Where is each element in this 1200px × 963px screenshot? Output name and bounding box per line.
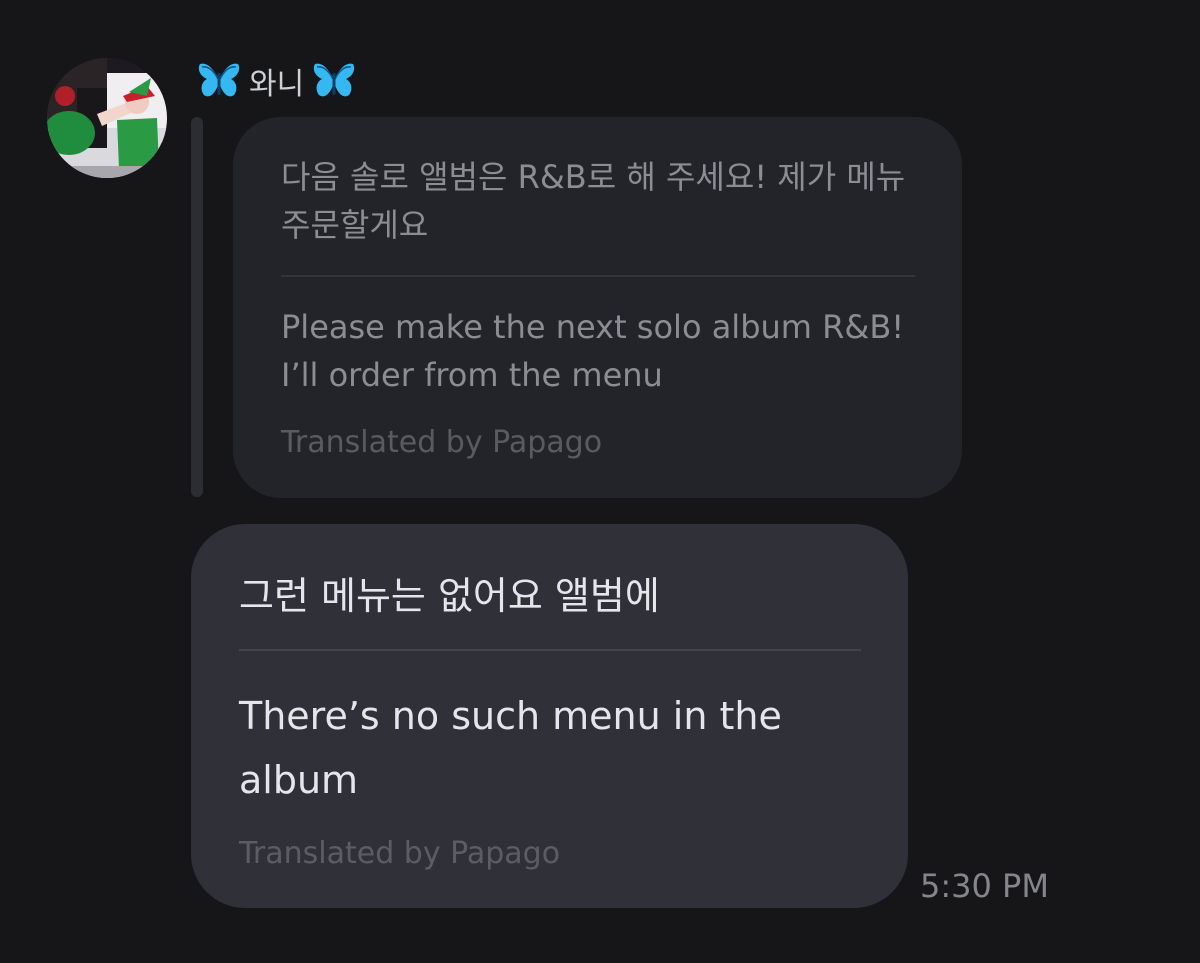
message-timestamp: 5:30 PM (920, 867, 1049, 905)
message-bubble[interactable]: 그런 메뉴는 없어요 앨범에 There’s no such menu in t… (191, 524, 908, 908)
translation-divider (239, 649, 861, 651)
message-original-text: 그런 메뉴는 없어요 앨범에 (239, 574, 660, 618)
butterfly-icon (198, 63, 240, 97)
quoted-translation-credit: Translated by Papago (281, 425, 603, 460)
avatar[interactable] (47, 58, 167, 178)
message-translated-text: There’s no such menu in the album (239, 694, 782, 802)
translation-divider (281, 275, 915, 277)
butterfly-icon (314, 63, 355, 97)
quoted-original-text: 다음 솔로 앨범은 R&B로 해 주세요! 제가 메뉴 주문할게요 (281, 158, 906, 244)
message-translation-credit: Translated by Papago (239, 836, 561, 871)
avatar-image (47, 58, 167, 178)
quoted-translated-text: Please make the next solo album R&B! I’l… (281, 308, 905, 394)
reply-thread-line (191, 117, 203, 497)
quoted-message-bubble[interactable]: 다음 솔로 앨범은 R&B로 해 주세요! 제가 메뉴 주문할게요 Please… (233, 117, 962, 498)
sender-name-row[interactable]: 와니 (197, 58, 356, 104)
sender-name: 와니 (249, 67, 305, 102)
